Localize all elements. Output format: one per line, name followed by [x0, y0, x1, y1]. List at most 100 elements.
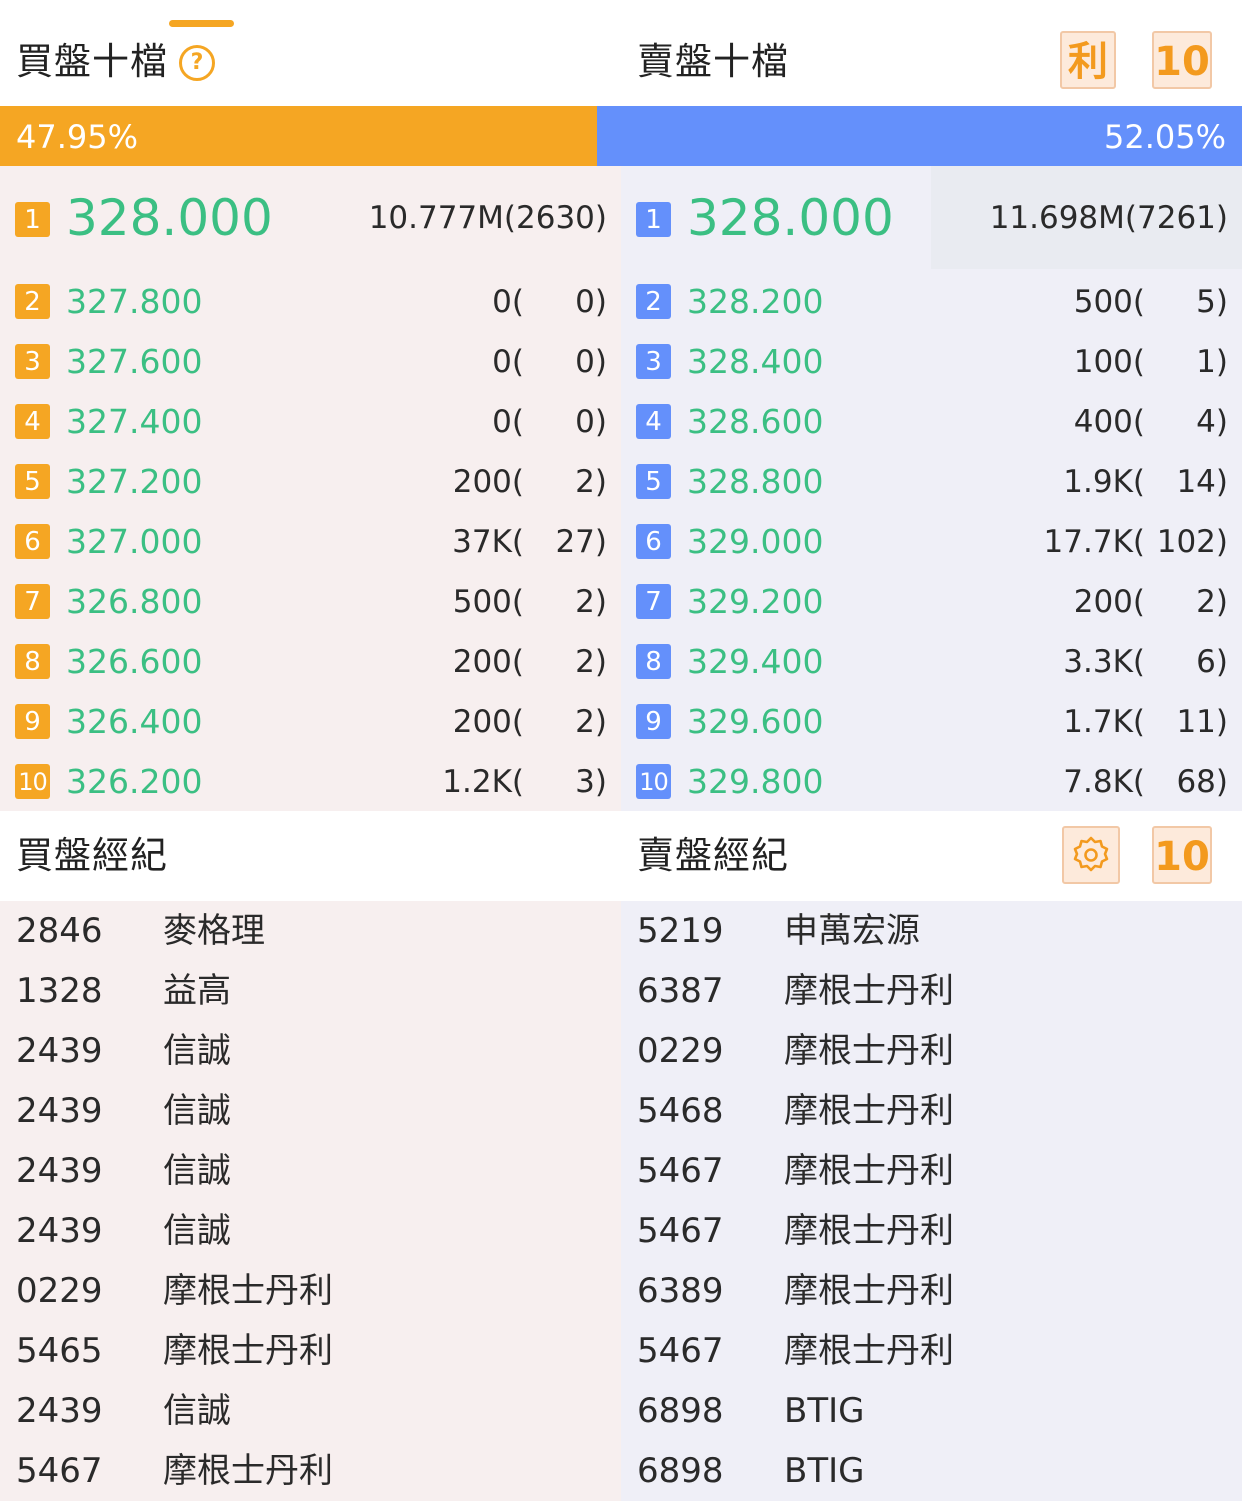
broker-row[interactable]: 2439 信誠 [0, 1081, 621, 1141]
broker-name: 信誠 [163, 1031, 231, 1071]
bid-level-row[interactable]: 6 327.000 37K(27) [0, 512, 621, 572]
level-price: 329.400 [687, 642, 824, 681]
ask-level-row[interactable]: 10 329.800 7.8K(68) [621, 752, 1242, 812]
broker-row[interactable]: 5467 摩根士丹利 [621, 1201, 1242, 1261]
ask-level-row[interactable]: 7 329.200 200(2) [621, 572, 1242, 632]
broker-code: 6387 [637, 971, 724, 1011]
level-price: 328.400 [687, 342, 824, 381]
ask-level-row[interactable]: 6 329.000 17.7K(102) [621, 512, 1242, 572]
broker-row[interactable]: 5467 摩根士丹利 [621, 1141, 1242, 1201]
broker-row[interactable]: 5219 申萬宏源 [621, 901, 1242, 961]
level-volume: 200( [452, 704, 524, 740]
broker-row[interactable]: 5468 摩根士丹利 [621, 1081, 1242, 1141]
ask-level-row[interactable]: 5 328.800 1.9K(14) [621, 452, 1242, 512]
broker-depth-button[interactable]: 10 [1152, 826, 1212, 884]
broker-row[interactable]: 2439 信誠 [0, 1381, 621, 1441]
brokers-header: 買盤經紀 賣盤經紀 [0, 811, 1242, 901]
order-book-header: 買盤十檔 ? 賣盤十檔 利 10 [0, 0, 1242, 106]
broker-name: 申萬宏源 [784, 911, 920, 951]
level-order-count: 102) [1156, 524, 1228, 560]
broker-row[interactable]: 0229 摩根士丹利 [0, 1261, 621, 1321]
level-number-badge: 1 [636, 202, 671, 237]
broker-name: 摩根士丹利 [784, 1031, 954, 1071]
broker-row[interactable]: 2439 信誠 [0, 1201, 621, 1261]
ask-ten-levels-title[interactable]: 賣盤十檔 [637, 38, 789, 86]
bid-level-row[interactable]: 5 327.200 200(2) [0, 452, 621, 512]
broker-row[interactable]: 6387 摩根士丹利 [621, 961, 1242, 1021]
bid-level-row[interactable]: 4 327.400 0(0) [0, 392, 621, 452]
level-order-count: 2) [575, 584, 607, 620]
broker-name: 益高 [163, 971, 231, 1011]
level-volume-orders: 10.777M(2630) [368, 200, 607, 236]
level-volume: 0( [492, 404, 524, 440]
broker-code: 6898 [637, 1391, 724, 1431]
broker-row[interactable]: 6898 BTIG [621, 1441, 1242, 1501]
broker-code: 2439 [16, 1031, 103, 1071]
bid-level-row[interactable]: 7 326.800 500(2) [0, 572, 621, 632]
level-order-count: 4) [1196, 404, 1228, 440]
broker-row[interactable]: 5465 摩根士丹利 [0, 1321, 621, 1381]
bid-brokers-title: 買盤經紀 [16, 834, 168, 877]
level-volume: 3.3K( [1063, 644, 1145, 680]
level-price: 327.600 [66, 342, 203, 381]
broker-row[interactable]: 2846 麥格理 [0, 901, 621, 961]
bid-level-row[interactable]: 2 327.800 0(0) [0, 272, 621, 332]
profit-toggle-button[interactable]: 利 [1060, 31, 1116, 89]
ask-level-row[interactable]: 3 328.400 100(1) [621, 332, 1242, 392]
broker-code: 5219 [637, 911, 724, 951]
broker-name: 信誠 [163, 1391, 231, 1431]
broker-code: 0229 [16, 1271, 103, 1311]
level-number-badge: 6 [636, 524, 671, 559]
level-number-badge: 6 [15, 524, 50, 559]
broker-code: 5467 [637, 1151, 724, 1191]
broker-name: BTIG [784, 1391, 865, 1431]
broker-row[interactable]: 1328 益高 [0, 961, 621, 1021]
broker-name: 摩根士丹利 [784, 1271, 954, 1311]
broker-name: BTIG [784, 1451, 865, 1491]
ask-level-row[interactable]: 8 329.400 3.3K(6) [621, 632, 1242, 692]
broker-row[interactable]: 5467 摩根士丹利 [0, 1441, 621, 1501]
bid-level-row[interactable]: 8 326.600 200(2) [0, 632, 621, 692]
broker-code: 5468 [637, 1091, 724, 1131]
broker-code: 2439 [16, 1151, 103, 1191]
level-price: 326.400 [66, 702, 203, 741]
broker-code: 5467 [637, 1211, 724, 1251]
level-volume: 1.7K( [1063, 704, 1145, 740]
broker-name: 摩根士丹利 [784, 1331, 954, 1371]
bid-ratio-percent: 47.95% [16, 118, 139, 156]
broker-row[interactable]: 2439 信誠 [0, 1141, 621, 1201]
bid-level-row[interactable]: 9 326.400 200(2) [0, 692, 621, 752]
bid-level-row[interactable]: 1 328.000 10.777M(2630) [0, 166, 621, 270]
broker-code: 6898 [637, 1451, 724, 1491]
ask-level-row[interactable]: 4 328.600 400(4) [621, 392, 1242, 452]
level-volume: 200( [1073, 584, 1145, 620]
broker-row[interactable]: 2439 信誠 [0, 1021, 621, 1081]
level-price: 328.000 [66, 189, 273, 247]
bid-level-row[interactable]: 3 327.600 0(0) [0, 332, 621, 392]
broker-row[interactable]: 0229 摩根士丹利 [621, 1021, 1242, 1081]
level-number-badge: 8 [636, 644, 671, 679]
bid-ten-levels-title[interactable]: 買盤十檔 [16, 38, 168, 86]
broker-name: 摩根士丹利 [163, 1331, 333, 1371]
level-number-badge: 7 [15, 584, 50, 619]
help-icon[interactable]: ? [179, 45, 215, 81]
broker-row[interactable]: 6389 摩根士丹利 [621, 1261, 1242, 1321]
broker-code: 2846 [16, 911, 103, 951]
broker-row[interactable]: 6898 BTIG [621, 1381, 1242, 1441]
depth-select-button[interactable]: 10 [1152, 31, 1212, 89]
level-price: 328.800 [687, 462, 824, 501]
broker-settings-button[interactable] [1062, 826, 1120, 884]
ask-level-row[interactable]: 2 328.200 500(5) [621, 272, 1242, 332]
level-price: 326.200 [66, 762, 203, 801]
ask-level-row[interactable]: 1 328.000 11.698M(7261) [621, 166, 1242, 270]
level-order-count: 2) [575, 704, 607, 740]
bid-ask-ratio-bar: 47.95% 52.05% [0, 106, 1242, 166]
gear-icon [1073, 836, 1109, 872]
broker-row[interactable]: 5467 摩根士丹利 [621, 1321, 1242, 1381]
ask-level-row[interactable]: 9 329.600 1.7K(11) [621, 692, 1242, 752]
level-number-badge: 3 [15, 344, 50, 379]
level-number-badge: 5 [636, 464, 671, 499]
bid-level-row[interactable]: 10 326.200 1.2K(3) [0, 752, 621, 812]
level-number-badge: 8 [15, 644, 50, 679]
level-order-count: 11) [1176, 704, 1228, 740]
